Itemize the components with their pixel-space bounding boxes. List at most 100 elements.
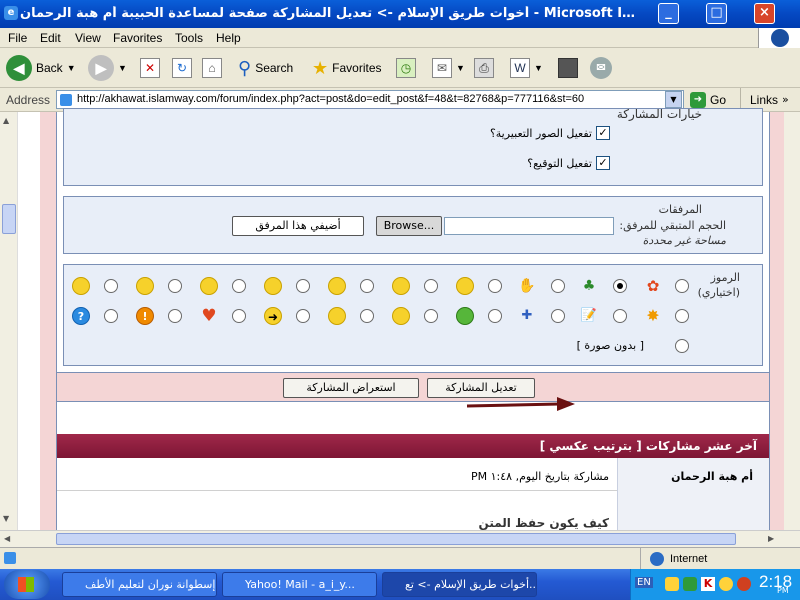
emoticon-radio[interactable]	[360, 309, 374, 323]
maximize-button[interactable]: □	[706, 3, 727, 24]
remaining-size-value: مساحة غير محددة	[642, 234, 726, 247]
emoticon-radio[interactable]	[296, 279, 310, 293]
emoticon-radio[interactable]	[168, 309, 182, 323]
emoticon-radio[interactable]	[296, 309, 310, 323]
file-path-input[interactable]	[444, 217, 614, 235]
taskbar-item-1[interactable]: إسطوانة نوران لتعليم الأطف...	[62, 572, 217, 597]
emoticon-radio[interactable]	[232, 309, 246, 323]
submit-edit-button[interactable]: تعديل المشاركة	[427, 378, 535, 398]
language-indicator[interactable]: EN	[635, 577, 653, 588]
star-icon: ★	[312, 57, 329, 78]
exclamation-emoticon-icon: !	[136, 307, 154, 325]
taskbar-item-2[interactable]: Yahoo! Mail - a_i_y...	[222, 572, 377, 597]
left-scrollbar[interactable]: ▲ ▼	[0, 112, 18, 530]
messenger-button[interactable]: ✉	[590, 54, 612, 82]
taskbar-item-3[interactable]: أخوات طريق الإسلام -> تع...	[382, 572, 537, 597]
minimize-button[interactable]: _	[658, 3, 679, 24]
post-author[interactable]: أم هبة الرحمان	[671, 470, 753, 483]
emoticon-radio[interactable]	[551, 309, 565, 323]
flower-emoticon-icon: ✿	[646, 277, 660, 295]
surprised-emoticon-icon	[200, 277, 218, 295]
preview-button[interactable]: استعراض المشاركة	[283, 378, 419, 398]
links-expand-icon[interactable]: »	[782, 93, 789, 106]
tray-icon-5[interactable]	[737, 577, 751, 591]
tray-icon-1[interactable]	[665, 577, 679, 591]
mail-icon: ✉	[432, 58, 452, 78]
scroll-up-icon[interactable]: ▲	[3, 116, 9, 125]
scroll-down-icon[interactable]: ▼	[3, 514, 9, 523]
scroll-right-icon[interactable]: ▶	[768, 534, 774, 543]
menu-file[interactable]: File	[8, 31, 27, 45]
signature-checkbox[interactable]: ✓	[596, 156, 610, 170]
tray-icon-2[interactable]	[683, 577, 697, 591]
remaining-size-label: الحجم المتبقي للمرفق:	[619, 219, 726, 232]
emoticon-radio[interactable]	[104, 279, 118, 293]
address-label: Address	[6, 93, 51, 107]
favorites-button[interactable]: ★ Favorites	[312, 54, 382, 82]
close-button[interactable]: ×	[754, 3, 775, 24]
emoticon-radio[interactable]	[551, 279, 565, 293]
chevron-down-icon: ▼	[534, 63, 543, 73]
signature-checkbox-label: تفعيل التوقيع؟	[527, 157, 592, 170]
emoticon-radio[interactable]	[360, 279, 374, 293]
edit-button[interactable]: W ▼	[510, 54, 543, 82]
post-options-box: خيارات المشاركة ✓ تفعيل الصور التعبيرية؟…	[63, 107, 763, 186]
notepad-emoticon-icon: 📝	[580, 308, 598, 323]
stop-button[interactable]: ✕	[140, 54, 160, 82]
print-button[interactable]: ⎙	[474, 54, 494, 82]
mail-button[interactable]: ✉ ▼	[432, 54, 465, 82]
scroll-left-icon[interactable]: ◀	[4, 534, 10, 543]
menu-view[interactable]: View	[75, 31, 101, 45]
scroll-thumb[interactable]	[2, 204, 16, 234]
chevron-down-icon: ▼	[66, 63, 76, 73]
emoticon-radio[interactable]	[424, 309, 438, 323]
security-zone: Internet	[670, 553, 708, 565]
clock-ampm: PM	[777, 586, 789, 595]
emoticon-radio[interactable]	[424, 279, 438, 293]
no-emoticon-radio[interactable]	[675, 339, 689, 353]
horizontal-scrollbar[interactable]: ◀ ▶	[0, 530, 800, 547]
menu-favorites[interactable]: Favorites	[113, 31, 162, 45]
discuss-button[interactable]	[558, 54, 578, 82]
emoticon-radio[interactable]	[168, 279, 182, 293]
emoticon-radio[interactable]	[675, 279, 689, 293]
browse-button[interactable]: Browse...	[376, 216, 442, 236]
refresh-button[interactable]: ↻	[172, 54, 192, 82]
emoticons-checkbox[interactable]: ✓	[596, 126, 610, 140]
emoticon-radio-selected[interactable]	[613, 279, 627, 293]
palm-tree-emoticon-icon: ♣	[582, 278, 596, 294]
home-button[interactable]: ⌂	[202, 54, 222, 82]
sun-emoticon-icon: ✸	[646, 306, 660, 325]
emoticon-radio[interactable]	[104, 309, 118, 323]
address-dropdown[interactable]: ▼	[665, 91, 682, 108]
stop-icon: ✕	[140, 58, 160, 78]
menu-edit[interactable]: Edit	[40, 31, 61, 45]
menu-help[interactable]: Help	[216, 31, 241, 45]
tray-icon-3[interactable]: K	[701, 577, 715, 591]
history-icon: ◷	[396, 58, 416, 78]
menu-tools[interactable]: Tools	[175, 31, 203, 45]
messenger-tray-icon[interactable]	[719, 577, 733, 591]
add-attachment-button[interactable]: أضيفي هذا المرفق	[232, 216, 364, 236]
address-input[interactable]: http://akhawat.islamway.com/forum/index.…	[56, 90, 684, 109]
emoticon-radio[interactable]	[613, 309, 627, 323]
attachments-box: المرفقات الحجم المتبقي للمرفق: مساحة غير…	[63, 196, 763, 254]
post-snippet: كيف يكون حفظ المتن	[478, 516, 609, 530]
waving-hand-emoticon-icon: ✋	[518, 278, 536, 294]
globe-icon	[650, 552, 664, 566]
search-button[interactable]: ⚲ Search	[238, 54, 293, 82]
emoticon-radio[interactable]	[675, 309, 689, 323]
back-arrow-icon: ◀	[6, 55, 32, 81]
emoticon-radio[interactable]	[488, 309, 502, 323]
back-button[interactable]: ◀ Back ▼	[6, 54, 76, 82]
status-bar: Internet	[0, 547, 800, 570]
start-button[interactable]	[4, 570, 50, 599]
title-bar: e أخوات طريق الإسلام -> تعديل المشاركة ص…	[0, 0, 800, 28]
history-button[interactable]: ◷	[396, 54, 416, 82]
discuss-icon	[558, 58, 578, 78]
emoticon-radio[interactable]	[488, 279, 502, 293]
links-button[interactable]: Links	[750, 93, 778, 107]
forward-button[interactable]: ▶ ▼	[88, 54, 127, 82]
horizontal-scroll-thumb[interactable]	[56, 533, 736, 545]
emoticon-radio[interactable]	[232, 279, 246, 293]
